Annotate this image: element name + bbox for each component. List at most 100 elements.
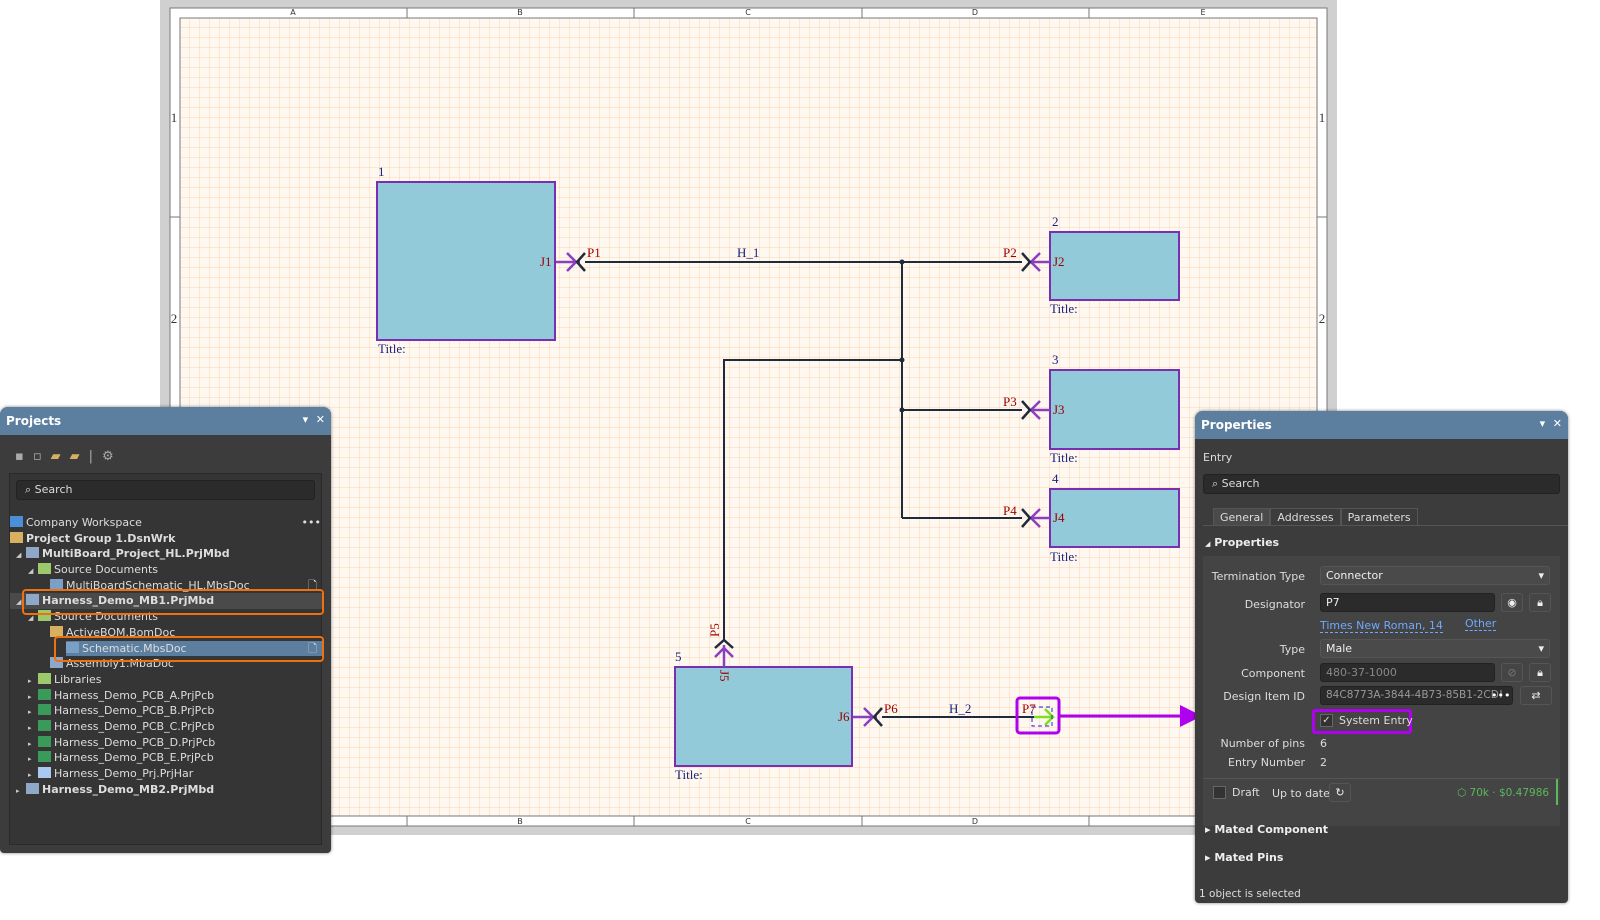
section-label: Mated Component	[1214, 823, 1329, 836]
properties-panel: Properties ▾ ✕ Entry ⌕ Search General Ad…	[1195, 411, 1568, 903]
tree-item[interactable]: ▸ Libraries	[10, 672, 323, 688]
cloud-icon	[10, 516, 23, 527]
zone-label: B	[517, 817, 523, 826]
zone-label: C	[745, 817, 751, 826]
chevron-down-icon: ▾	[1538, 642, 1544, 655]
tree-item-label: Project Group 1.DsnWrk	[26, 531, 176, 545]
pcb-project-icon	[38, 751, 51, 763]
tree-item-label: Harness_Demo_PCB_B.PrjPcb	[54, 704, 215, 718]
projects-panel-header: Projects ▾ ✕	[0, 407, 331, 435]
zone-label: A	[290, 8, 296, 17]
zone-label: B	[517, 8, 523, 17]
harness-connector-block-3[interactable]	[1049, 369, 1180, 450]
properties-panel-header: Properties ▾ ✕	[1195, 411, 1568, 439]
multiboard-project-icon	[26, 782, 39, 794]
termination-type-select[interactable]: Connector ▾	[1320, 566, 1550, 585]
gear-icon[interactable]: ⚙	[102, 449, 123, 464]
type-label: Type	[1279, 643, 1305, 656]
swap-icon[interactable]: ⇄	[1520, 686, 1552, 705]
draft-checkbox[interactable]: Draft	[1213, 786, 1260, 799]
tree-item[interactable]: ▸ Harness_Demo_PCB_B.PrjPcb	[10, 703, 323, 719]
block-number: 5	[675, 649, 682, 664]
mated-component-toggle[interactable]: ▸ Mated Component	[1205, 823, 1328, 836]
pcb-project-icon	[38, 704, 51, 716]
zone-label: E	[1200, 8, 1205, 17]
tree-item[interactable]: ◢ MultiBoard_Project_HL.PrjMbd	[10, 546, 323, 562]
pcb-project-icon	[38, 688, 51, 700]
block-title: Title:	[675, 767, 703, 782]
lock-icon[interactable]: 🔒︎	[1529, 593, 1551, 612]
font-link[interactable]: Times New Roman, 14	[1320, 619, 1443, 633]
folder-icon	[38, 672, 51, 684]
tree-item[interactable]: ▸ Harness_Demo_PCB_C.PrjPcb	[10, 719, 323, 735]
properties-section-toggle[interactable]: ◢ Properties	[1205, 536, 1279, 549]
tree-item[interactable]: Project Group 1.DsnWrk	[10, 531, 323, 547]
panel-controls[interactable]: ▾ ✕	[1540, 417, 1562, 430]
pins-value: 6	[1320, 737, 1327, 750]
tree-item[interactable]: ▸ Harness_Demo_PCB_D.PrjPcb	[10, 735, 323, 751]
port-label: P5	[707, 623, 722, 637]
refresh-icon[interactable]: ↻	[1329, 783, 1351, 802]
system-entry-checkbox[interactable]: ✓ System Entry	[1320, 714, 1413, 727]
harness-label: H_2	[949, 701, 971, 716]
up-to-date-label: Up to date	[1272, 787, 1330, 800]
harness-connector-block-4[interactable]	[1049, 488, 1180, 548]
tab-parameters[interactable]: Parameters	[1340, 508, 1418, 525]
lock-icon[interactable]: 🔒︎	[1529, 663, 1551, 682]
object-type: Entry	[1203, 451, 1233, 464]
chevron-down-icon: ▾	[1538, 569, 1544, 582]
copy-icon[interactable]: ▫	[33, 449, 51, 464]
harness-connector-block-5[interactable]	[674, 666, 853, 767]
tree-item[interactable]: ▸ Harness_Demo_Prj.PrjHar	[10, 766, 323, 782]
projects-search-input[interactable]: ⌕ Search	[16, 480, 315, 500]
more-icon[interactable]: •••	[302, 515, 321, 530]
harness-connector-block-1[interactable]	[376, 181, 556, 341]
more-icon[interactable]: •••	[1491, 689, 1510, 702]
panel-controls[interactable]: ▾ ✕	[303, 413, 325, 426]
tab-addresses[interactable]: Addresses	[1270, 508, 1341, 525]
status-text: 1 object is selected	[1199, 888, 1301, 900]
block-number: 4	[1052, 471, 1059, 486]
expand-icon[interactable]: ▸	[16, 784, 26, 799]
port-label: P3	[1003, 394, 1017, 409]
open-folder-icon[interactable]: ▰	[70, 449, 89, 464]
save-icon[interactable]: ▪	[15, 449, 33, 464]
port-label: P6	[884, 701, 898, 716]
tree-item-label: Harness_Demo_PCB_C.PrjPcb	[54, 719, 215, 733]
tree-item-label: Company Workspace	[26, 516, 142, 529]
highlight-schematic	[54, 636, 324, 662]
tree-item[interactable]: ▸ Harness_Demo_PCB_A.PrjPcb	[10, 688, 323, 704]
tree-item-label: Harness_Demo_PCB_A.PrjPcb	[54, 688, 215, 702]
mated-pins-toggle[interactable]: ▸ Mated Pins	[1205, 851, 1283, 864]
pins-label: Number of pins	[1220, 737, 1305, 750]
visibility-eye-icon[interactable]: ◉	[1501, 593, 1523, 612]
search-placeholder: Search	[1221, 477, 1260, 490]
port-label: P2	[1003, 245, 1017, 260]
open-project-icon[interactable]: ▰	[51, 449, 70, 464]
component-input[interactable]: 480-37-1000	[1320, 663, 1495, 682]
search-icon: ⌕	[25, 483, 32, 496]
projects-panel: Projects ▾ ✕ ▪▫▰▰|⚙ ⌕ Search Company Wor…	[0, 407, 331, 853]
price-info[interactable]: ⬡ 70k · $0.47986	[1457, 787, 1549, 799]
entry-label: J5	[717, 670, 732, 682]
tree-item-label: MultiBoard_Project_HL.PrjMbd	[42, 547, 230, 561]
tree-item-label: Harness_Demo_PCB_D.PrjPcb	[54, 735, 216, 749]
tree-item[interactable]: ▸ Harness_Demo_PCB_E.PrjPcb	[10, 750, 323, 766]
design-item-input[interactable]: 84C8773A-3844-4B73-85B1-2CD!	[1320, 686, 1513, 705]
port-label: P1	[587, 245, 601, 260]
tree-item[interactable]: ▸ Harness_Demo_MB2.PrjMbd	[10, 782, 323, 798]
search-placeholder: Search	[34, 483, 73, 496]
type-select[interactable]: Male ▾	[1320, 639, 1550, 658]
properties-search-input[interactable]: ⌕ Search	[1203, 474, 1560, 494]
entry-label: J2	[1053, 254, 1065, 269]
hidden-eye-icon[interactable]: ⊘	[1501, 663, 1523, 682]
tree-item-label: Source Documents	[54, 563, 158, 577]
harness-connector-block-2[interactable]	[1049, 231, 1180, 301]
designator-input[interactable]: P7	[1320, 593, 1495, 612]
tab-general[interactable]: General	[1213, 508, 1271, 525]
checkbox-box	[1213, 786, 1226, 799]
tree-item[interactable]: Company Workspace •••	[10, 515, 323, 531]
other-link[interactable]: Other	[1465, 617, 1497, 631]
project-group-icon	[10, 531, 23, 543]
tree-item[interactable]: ◢ Source Documents	[10, 562, 323, 578]
